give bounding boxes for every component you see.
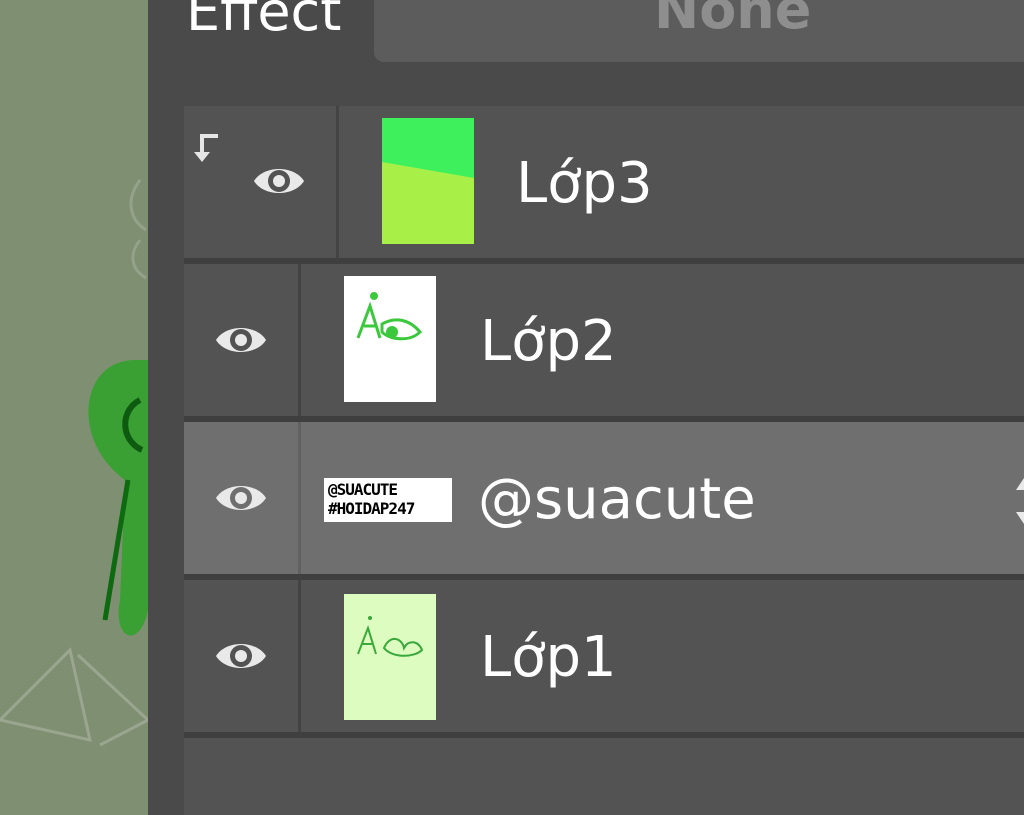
layer-name: Lớp2 (480, 309, 617, 374)
visibility-toggle[interactable] (184, 580, 301, 732)
visibility-toggle[interactable] (184, 106, 339, 258)
visibility-toggle[interactable] (184, 422, 301, 574)
visibility-toggle[interactable] (184, 264, 301, 416)
drag-handle-icon[interactable] (1014, 476, 1024, 526)
eye-icon (216, 328, 266, 352)
eye-icon (216, 486, 266, 510)
thumbnail-text-line: @SUACUTE (328, 480, 398, 499)
eye-icon (254, 169, 304, 193)
layer-name: Lớp3 (516, 151, 653, 216)
effect-row: Effect None (148, 0, 1024, 80)
thumbnail-text-line: #HOIDAP247 (328, 499, 415, 518)
layer-thumbnail: @SUACUTE #HOIDAP247 (324, 478, 452, 522)
layer-row[interactable]: Lớp3 (184, 106, 1024, 264)
layer-thumbnail (344, 594, 436, 720)
layer-thumbnail (344, 276, 436, 402)
layer-name: Lớp1 (480, 625, 617, 690)
drawing-canvas[interactable] (0, 0, 148, 815)
canvas-drawing (0, 179, 148, 747)
layer-row[interactable]: Lớp1 (184, 580, 1024, 738)
layer-thumbnail (382, 118, 474, 244)
layer-name: @suacute (478, 467, 756, 532)
effect-label: Effect (186, 0, 342, 43)
effect-value: None (654, 0, 812, 41)
layer-list: Lớp3 Lớp2 @SUACUTE #HOIDAP247 @suacute L… (184, 106, 1024, 815)
effect-dropdown[interactable]: None (374, 0, 1024, 62)
layer-row-selected[interactable]: @SUACUTE #HOIDAP247 @suacute (184, 422, 1024, 580)
layer-row[interactable]: Lớp2 (184, 264, 1024, 422)
eye-icon (216, 644, 266, 668)
